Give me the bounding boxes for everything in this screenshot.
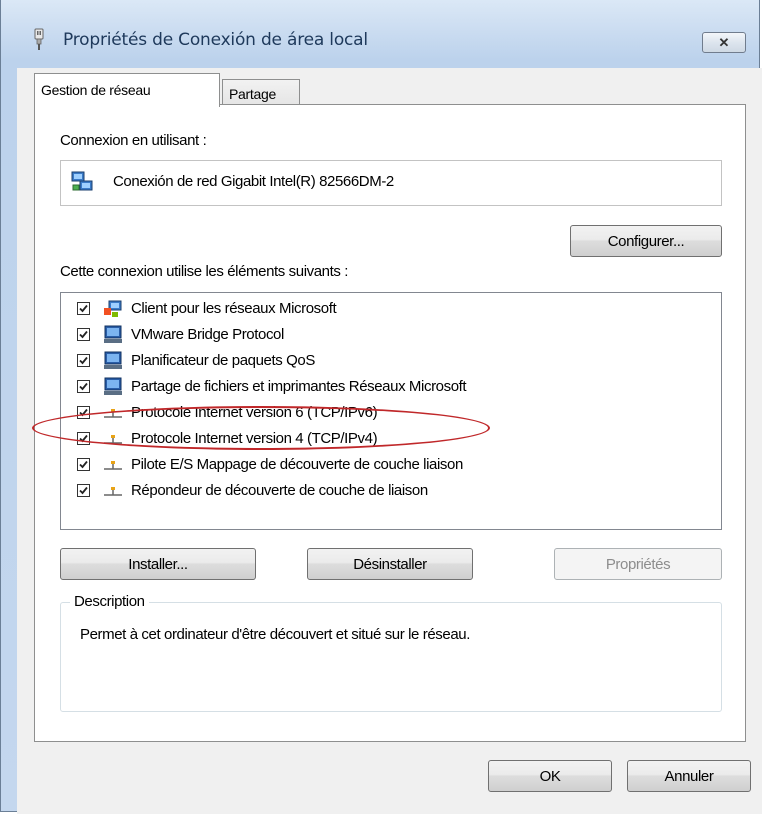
items-section-label: Cette connexion utilise les éléments sui…: [60, 263, 349, 280]
list-item[interactable]: Partage de fichiers et imprimantes Résea…: [61, 375, 701, 401]
connection-label: Connexion en utilisant :: [60, 132, 207, 149]
network-service-icon: [104, 351, 122, 369]
adapter-box: Conexión de red Gigabit Intel(R) 82566DM…: [60, 160, 722, 206]
adapter-name: Conexión de red Gigabit Intel(R) 82566DM…: [113, 173, 394, 190]
window-title: Propriétés de Conexión de área local: [63, 30, 368, 50]
uninstall-button[interactable]: Désinstaller: [307, 548, 473, 580]
item-checkbox[interactable]: [77, 380, 90, 393]
list-item[interactable]: Planificateur de paquets QoS: [61, 349, 701, 375]
item-label: Protocole Internet version 6 (TCP/IPv6): [131, 404, 378, 421]
description-text: Permet à cet ordinateur d'être découvert…: [80, 626, 470, 643]
tab-gestion-de-reseau[interactable]: Gestion de réseau: [34, 73, 220, 107]
item-checkbox[interactable]: [77, 302, 90, 315]
network-service-icon: [104, 377, 122, 395]
item-label: Planificateur de paquets QoS: [131, 352, 315, 369]
description-legend: Description: [70, 593, 149, 610]
item-label: Client pour les réseaux Microsoft: [131, 300, 337, 317]
tab-label: Partage: [229, 86, 276, 102]
protocol-icon: [104, 461, 122, 470]
item-label: Répondeur de découverte de couche de lia…: [131, 482, 428, 499]
item-label: Protocole Internet version 4 (TCP/IPv4): [131, 430, 378, 447]
item-checkbox[interactable]: [77, 406, 90, 419]
list-item[interactable]: Client pour les réseaux Microsoft: [61, 297, 701, 323]
item-checkbox[interactable]: [77, 484, 90, 497]
item-checkbox[interactable]: [77, 458, 90, 471]
ok-button[interactable]: OK: [488, 760, 612, 792]
item-label: Partage de fichiers et imprimantes Résea…: [131, 378, 467, 395]
item-label: Pilote E/S Mappage de découverte de couc…: [131, 456, 463, 473]
close-button[interactable]: ✕: [702, 32, 746, 53]
protocol-icon: [104, 435, 122, 444]
network-client-icon: [104, 300, 122, 317]
list-item[interactable]: Protocole Internet version 6 (TCP/IPv6): [61, 401, 701, 427]
network-adapter-icon: [71, 171, 93, 191]
list-item[interactable]: Pilote E/S Mappage de découverte de couc…: [61, 453, 701, 479]
install-button[interactable]: Installer...: [60, 548, 256, 580]
properties-button[interactable]: Propriétés: [554, 548, 722, 580]
configure-button[interactable]: Configurer...: [570, 225, 722, 257]
cancel-button[interactable]: Annuler: [627, 760, 751, 792]
list-item[interactable]: VMware Bridge Protocol: [61, 323, 701, 349]
tab-partage[interactable]: Partage: [222, 79, 300, 107]
protocol-icon: [104, 487, 122, 496]
list-item[interactable]: Répondeur de découverte de couche de lia…: [61, 479, 701, 505]
description-group: [60, 602, 722, 712]
network-cable-icon: [34, 28, 44, 50]
tab-label: Gestion de réseau: [41, 82, 151, 98]
close-icon: ✕: [718, 34, 730, 50]
network-service-icon: [104, 325, 122, 343]
components-list[interactable]: Client pour les réseaux Microsoft VMware…: [60, 292, 722, 530]
item-checkbox[interactable]: [77, 354, 90, 367]
item-checkbox[interactable]: [77, 432, 90, 445]
list-item[interactable]: Protocole Internet version 4 (TCP/IPv4): [61, 427, 701, 453]
item-label: VMware Bridge Protocol: [131, 326, 284, 343]
item-checkbox[interactable]: [77, 328, 90, 341]
protocol-icon: [104, 409, 122, 418]
